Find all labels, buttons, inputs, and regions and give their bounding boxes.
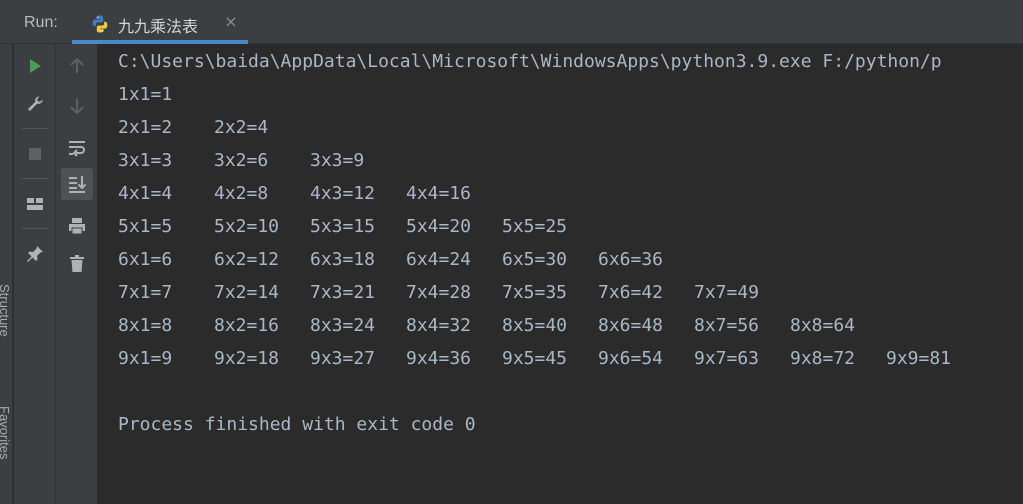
table-cell: 4x3=12	[310, 183, 376, 204]
stop-button[interactable]	[19, 138, 51, 170]
table-cell: 9x2=18	[214, 348, 280, 369]
table-cell: 9x4=36	[406, 348, 472, 369]
toolbar-separator	[22, 178, 48, 179]
table-cell: 8x4=32	[406, 315, 472, 336]
table-cell: 5x4=20	[406, 216, 472, 237]
table-cell: 9x8=72	[790, 348, 856, 369]
table-cell: 8x5=40	[502, 315, 568, 336]
table-cell: 5x3=15	[310, 216, 376, 237]
favorites-tab[interactable]: Favorites	[0, 406, 12, 459]
table-cell: 9x7=63	[694, 348, 760, 369]
soft-wrap-icon	[69, 141, 85, 157]
previous-occurrence-button[interactable]	[61, 50, 93, 82]
print-icon	[69, 218, 85, 235]
table-cell: 6x4=24	[406, 249, 472, 270]
table-cell: 7x6=42	[598, 282, 664, 303]
run-toolbar	[14, 44, 56, 504]
modify-run-configuration-button[interactable]	[19, 88, 51, 120]
table-cell: 2x1=2	[118, 117, 173, 138]
run-tab[interactable]: 九九乘法表 ×	[72, 4, 248, 44]
table-cell: 3x1=3	[118, 150, 173, 171]
output-line: 4x1=4 4x2=8 4x3=12 4x4=16	[118, 182, 998, 206]
table-cell: 7x5=35	[502, 282, 568, 303]
next-occurrence-button[interactable]	[61, 90, 93, 122]
table-cell: 9x3=27	[310, 348, 376, 369]
table-cell: 9x9=81	[886, 348, 952, 369]
wrench-icon	[28, 96, 43, 111]
table-cell: 6x2=12	[214, 249, 280, 270]
trash-icon	[70, 255, 84, 272]
close-icon[interactable]: ×	[222, 13, 240, 31]
exit-message: Process finished with exit code 0	[118, 414, 476, 435]
run-tool-window-header: Run: 九九乘法表 ×	[0, 0, 1023, 44]
pin-tab-button[interactable]	[19, 238, 51, 270]
table-cell: 4x1=4	[118, 183, 173, 204]
table-cell: 8x2=16	[214, 315, 280, 336]
table-cell: 5x2=10	[214, 216, 280, 237]
tab-title: 九九乘法表	[118, 17, 199, 36]
output-line: 5x1=5 5x2=10 5x3=15 5x4=20 5x5=25	[118, 215, 998, 239]
command-line: C:\Users\baida\AppData\Local\Microsoft\W…	[118, 51, 942, 72]
run-icon	[30, 59, 41, 73]
output-line: 3x1=3 3x2=6 3x3=9	[118, 149, 998, 173]
table-cell: 4x2=8	[214, 183, 269, 204]
table-cell: 1x1=1	[118, 84, 173, 105]
table-cell: 8x3=24	[310, 315, 376, 336]
table-cell: 3x2=6	[214, 150, 269, 171]
rerun-button[interactable]	[19, 50, 51, 82]
structure-tab[interactable]: Structure	[0, 284, 12, 337]
table-cell: 7x3=21	[310, 282, 376, 303]
table-cell: 3x3=9	[310, 150, 365, 171]
table-cell: 6x1=6	[118, 249, 173, 270]
arrow-down-icon	[70, 99, 84, 114]
output-line: 9x1=9 9x2=18 9x3=27 9x4=36 9x5=45 9x6=54 9x7=6…	[118, 347, 998, 371]
console-output[interactable]: C:\Users\baida\AppData\Local\Microsoft\W…	[98, 44, 1023, 504]
table-cell: 8x7=56	[694, 315, 760, 336]
console-toolbar	[56, 44, 98, 504]
table-cell: 6x3=18	[310, 249, 376, 270]
pin-icon	[27, 246, 43, 262]
print-button[interactable]	[61, 210, 93, 242]
output-line: 8x1=8 8x2=16 8x3=24 8x4=32 8x5=40 8x6=48 8x7=5…	[118, 314, 998, 338]
table-cell: 5x5=25	[502, 216, 568, 237]
soft-wrap-button[interactable]	[61, 132, 93, 164]
table-cell: 9x6=54	[598, 348, 664, 369]
scroll-to-end-icon	[69, 176, 87, 193]
table-cell: 6x6=36	[598, 249, 664, 270]
side-tool-strip: Structure Favorites	[0, 44, 13, 504]
restore-layout-button[interactable]	[19, 188, 51, 220]
table-cell: 7x4=28	[406, 282, 472, 303]
table-cell: 8x8=64	[790, 315, 856, 336]
table-cell: 7x7=49	[694, 282, 760, 303]
table-cell: 8x6=48	[598, 315, 664, 336]
table-cell: 9x1=9	[118, 348, 173, 369]
output-line: 6x1=6 6x2=12 6x3=18 6x4=24 6x5=30 6x6=36	[118, 248, 998, 272]
table-cell: 5x1=5	[118, 216, 173, 237]
table-cell: 7x2=14	[214, 282, 280, 303]
python-icon	[90, 14, 110, 34]
clear-all-button[interactable]	[61, 248, 93, 280]
table-cell: 2x2=4	[214, 117, 269, 138]
table-cell: 8x1=8	[118, 315, 173, 336]
layout-icon	[27, 198, 43, 210]
run-label: Run:	[24, 14, 58, 31]
output-line: 2x1=2 2x2=4	[118, 116, 998, 140]
table-cell: 4x4=16	[406, 183, 472, 204]
scroll-to-end-button[interactable]	[61, 168, 93, 200]
stop-icon	[29, 148, 41, 160]
output-line: 7x1=7 7x2=14 7x3=21 7x4=28 7x5=35 7x6=42 7x7=4…	[118, 281, 998, 305]
table-cell: 9x5=45	[502, 348, 568, 369]
table-cell: 7x1=7	[118, 282, 173, 303]
output-line: 1x1=1	[118, 83, 998, 107]
toolbar-separator	[22, 228, 48, 229]
table-cell: 6x5=30	[502, 249, 568, 270]
arrow-up-icon	[70, 58, 84, 73]
toolbar-separator	[22, 128, 48, 129]
